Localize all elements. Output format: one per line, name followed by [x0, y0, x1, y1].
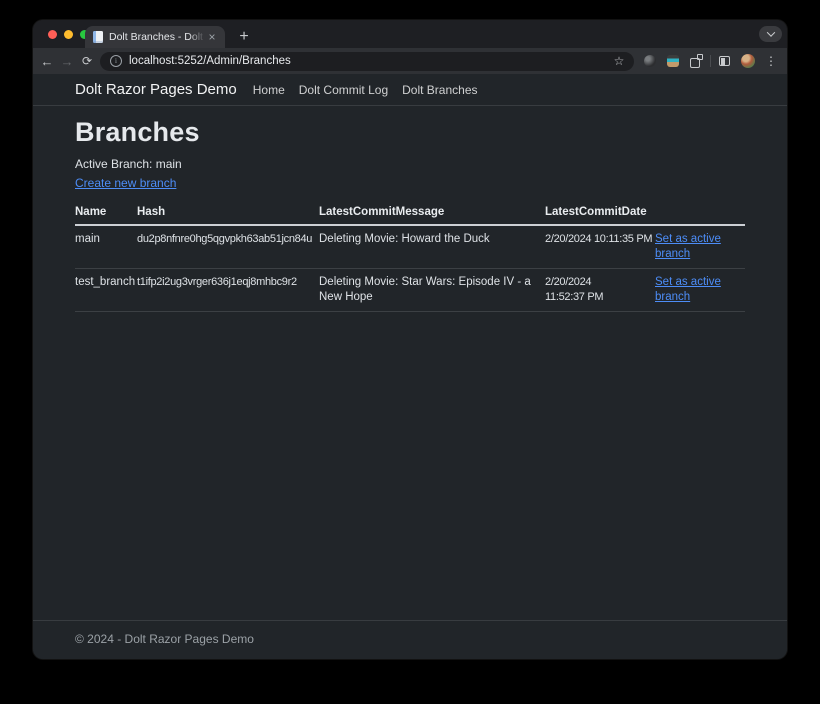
column-header-latest-commit-message: LatestCommitMessage — [319, 202, 545, 225]
nav-links: Home Dolt Commit Log Dolt Branches — [253, 83, 478, 97]
site-footer: © 2024 - Dolt Razor Pages Demo — [33, 620, 787, 659]
main-content: Branches Active Branch: main Create new … — [33, 106, 787, 620]
toolbar-divider — [710, 55, 711, 67]
browser-menu-icon[interactable] — [762, 52, 780, 70]
latest-commit-date-cell: 2/20/2024 10:11:35 PM — [545, 225, 655, 269]
browser-toolbar: localhost:5252/Admin/Branches — [33, 48, 787, 74]
browser-tab[interactable]: Dolt Branches - Dolt Razor P — [85, 26, 225, 48]
latest-commit-message-cell: Deleting Movie: Howard the Duck — [319, 225, 545, 269]
column-header-actions — [655, 202, 745, 225]
active-branch-label: Active Branch: main — [75, 157, 745, 171]
column-header-name: Name — [75, 202, 137, 225]
table-header-row: Name Hash LatestCommitMessage LatestComm… — [75, 202, 745, 225]
extension-dark-icon[interactable] — [641, 52, 659, 70]
table-row: test_branch t1ifp2i2ug3vrger636j1eqj8mhb… — [75, 269, 745, 312]
address-bar[interactable]: localhost:5252/Admin/Branches — [100, 52, 634, 71]
traffic-lights — [48, 30, 89, 39]
new-tab-button[interactable] — [233, 26, 255, 48]
set-active-branch-link[interactable]: Set as active branch — [655, 233, 721, 260]
actions-cell: Set as active branch — [655, 269, 745, 312]
toolbar-icons — [641, 52, 780, 70]
site-brand-link[interactable]: Dolt Razor Pages Demo — [75, 81, 237, 98]
column-header-hash: Hash — [137, 202, 319, 225]
branch-hash-cell: du2p8nfnre0hg5qgvpkh63ab51jcn84u — [137, 225, 319, 269]
page-favicon — [93, 31, 103, 43]
forward-button[interactable] — [57, 51, 77, 71]
site-info-icon[interactable] — [110, 55, 122, 67]
tab-strip: Dolt Branches - Dolt Razor P — [33, 20, 787, 48]
minimize-window-button[interactable] — [64, 30, 73, 39]
side-panel-icon[interactable] — [716, 52, 734, 70]
latest-commit-message-cell: Deleting Movie: Star Wars: Episode IV - … — [319, 269, 545, 312]
close-tab-icon[interactable] — [205, 30, 219, 44]
branch-name-cell: test_branch — [75, 269, 137, 312]
url-text[interactable]: localhost:5252/Admin/Branches — [129, 55, 612, 67]
profile-avatar[interactable] — [739, 52, 757, 70]
nav-link-commit-log[interactable]: Dolt Commit Log — [299, 83, 388, 97]
branch-hash-cell: t1ifp2i2ug3vrger636j1eqj8mhbc9r2 — [137, 269, 319, 312]
close-window-button[interactable] — [48, 30, 57, 39]
browser-window: Dolt Branches - Dolt Razor P localhost:5… — [33, 20, 787, 659]
back-button[interactable] — [37, 51, 57, 71]
create-branch-link[interactable]: Create new branch — [75, 176, 176, 190]
extensions-icon[interactable] — [687, 52, 705, 70]
chevron-down-icon — [766, 28, 774, 36]
branch-name-cell: main — [75, 225, 137, 269]
actions-cell: Set as active branch — [655, 225, 745, 269]
nav-link-home[interactable]: Home — [253, 83, 285, 97]
column-header-latest-commit-date: LatestCommitDate — [545, 202, 655, 225]
branches-table: Name Hash LatestCommitMessage LatestComm… — [75, 202, 745, 312]
tab-search-button[interactable] — [759, 26, 782, 42]
nav-link-branches[interactable]: Dolt Branches — [402, 83, 477, 97]
page-content: Dolt Razor Pages Demo Home Dolt Commit L… — [33, 74, 787, 659]
latest-commit-date-cell: 2/20/202411:52:37 PM — [545, 269, 655, 312]
tab-title: Dolt Branches - Dolt Razor P — [109, 31, 205, 43]
site-nav: Dolt Razor Pages Demo Home Dolt Commit L… — [33, 74, 787, 106]
extension-goggles-icon[interactable] — [664, 52, 682, 70]
set-active-branch-link[interactable]: Set as active branch — [655, 276, 721, 303]
reload-button[interactable] — [77, 51, 97, 71]
bookmark-star-icon[interactable] — [612, 54, 626, 68]
page-title: Branches — [75, 117, 745, 148]
table-row: main du2p8nfnre0hg5qgvpkh63ab51jcn84u De… — [75, 225, 745, 269]
footer-text: © 2024 - Dolt Razor Pages Demo — [75, 621, 745, 659]
